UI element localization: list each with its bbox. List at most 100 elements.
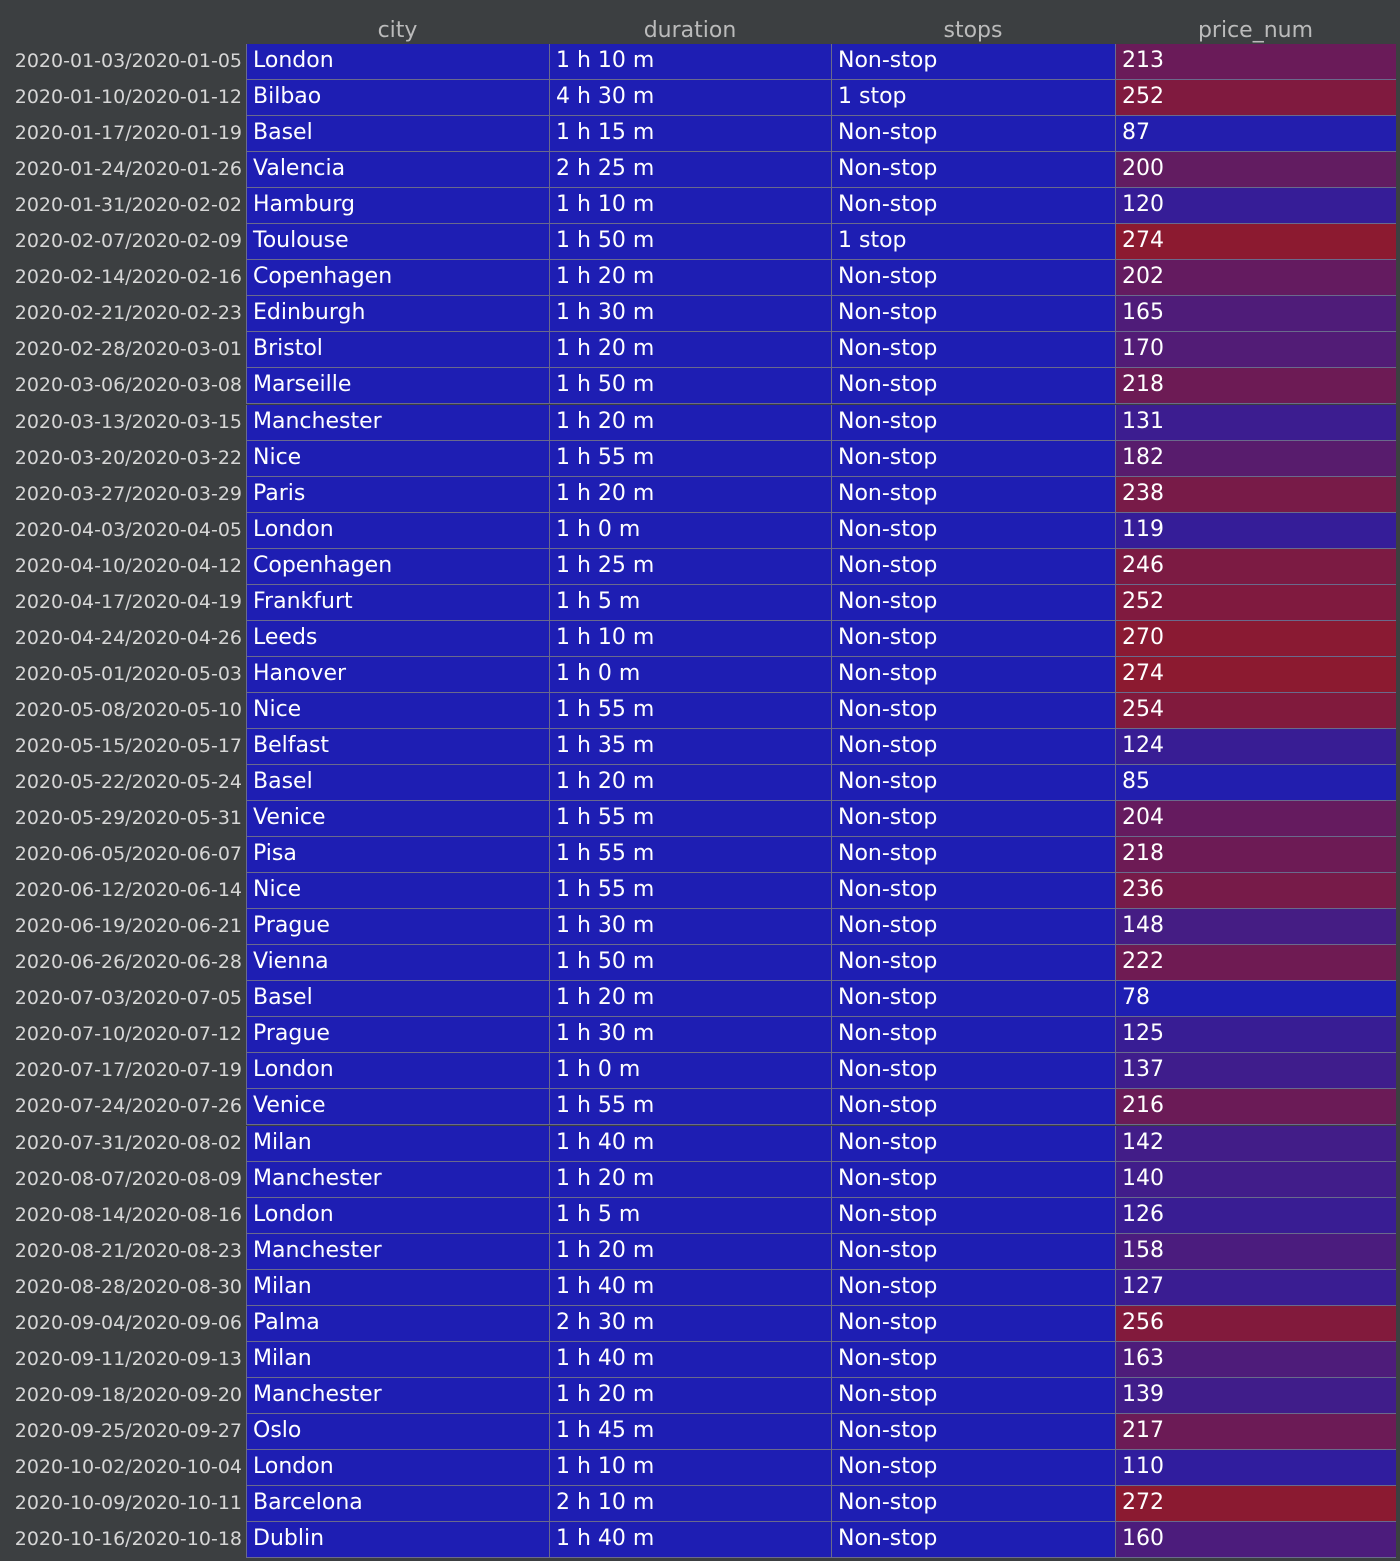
cell-price-num[interactable]: 204 [1115,801,1396,838]
cell-city[interactable]: Edinburgh [246,296,549,333]
cell-price-num[interactable]: 165 [1115,296,1396,333]
cell-duration[interactable]: 1 h 20 m [549,260,831,297]
cell-city[interactable]: Basel [246,116,549,153]
cell-price-num[interactable]: 78 [1115,981,1396,1018]
cell-duration[interactable]: 1 h 20 m [549,476,831,513]
cell-duration[interactable]: 1 h 50 m [549,224,831,261]
cell-stops[interactable]: Non-stop [831,296,1115,333]
cell-city[interactable]: Belfast [246,728,549,765]
cell-city[interactable]: Nice [246,440,549,477]
cell-duration[interactable]: 1 h 10 m [549,620,831,657]
cell-stops[interactable]: Non-stop [831,656,1115,693]
cell-stops[interactable]: Non-stop [831,188,1115,225]
cell-price-num[interactable]: 217 [1115,1413,1396,1450]
cell-stops[interactable]: Non-stop [831,1449,1115,1486]
cell-city[interactable]: Valencia [246,152,549,189]
cell-price-num[interactable]: 256 [1115,1305,1396,1342]
cell-price-num[interactable]: 119 [1115,512,1396,549]
cell-duration[interactable]: 1 h 30 m [549,909,831,946]
cell-price-num[interactable]: 200 [1115,152,1396,189]
cell-duration[interactable]: 1 h 55 m [549,1089,831,1126]
cell-stops[interactable]: Non-stop [831,728,1115,765]
cell-price-num[interactable]: 246 [1115,548,1396,585]
cell-price-num[interactable]: 218 [1115,837,1396,874]
cell-price-num[interactable]: 140 [1115,1161,1396,1198]
cell-duration[interactable]: 1 h 20 m [549,1233,831,1270]
cell-city[interactable]: Toulouse [246,224,549,261]
cell-stops[interactable]: Non-stop [831,476,1115,513]
cell-stops[interactable]: Non-stop [831,1161,1115,1198]
cell-city[interactable]: Palma [246,1305,549,1342]
cell-city[interactable]: Hamburg [246,188,549,225]
column-header-city[interactable]: city [246,0,549,44]
cell-stops[interactable]: Non-stop [831,1269,1115,1306]
cell-city[interactable]: London [246,1053,549,1090]
cell-stops[interactable]: Non-stop [831,548,1115,585]
column-header-stops[interactable]: stops [831,0,1115,44]
cell-city[interactable]: Frankfurt [246,584,549,621]
cell-price-num[interactable]: 160 [1115,1522,1396,1559]
cell-duration[interactable]: 1 h 50 m [549,368,831,405]
cell-price-num[interactable]: 202 [1115,260,1396,297]
cell-price-num[interactable]: 272 [1115,1486,1396,1522]
cell-city[interactable]: Venice [246,1089,549,1126]
cell-stops[interactable]: Non-stop [831,584,1115,621]
cell-duration[interactable]: 1 h 20 m [549,1161,831,1198]
cell-price-num[interactable]: 120 [1115,188,1396,225]
cell-duration[interactable]: 1 h 0 m [549,656,831,693]
cell-stops[interactable]: Non-stop [831,801,1115,838]
cell-city[interactable]: Oslo [246,1413,549,1450]
cell-duration[interactable]: 1 h 40 m [549,1522,831,1559]
cell-stops[interactable]: Non-stop [831,152,1115,189]
cell-price-num[interactable]: 158 [1115,1233,1396,1270]
cell-city[interactable]: Bilbao [246,80,549,117]
cell-price-num[interactable]: 126 [1115,1197,1396,1234]
cell-city[interactable]: Milan [246,1269,549,1306]
cell-duration[interactable]: 4 h 30 m [549,80,831,117]
cell-city[interactable]: Manchester [246,1161,549,1198]
cell-city[interactable]: Basel [246,981,549,1018]
cell-city[interactable]: Vienna [246,945,549,982]
cell-stops[interactable]: Non-stop [831,765,1115,801]
cell-city[interactable]: Manchester [246,1377,549,1414]
cell-duration[interactable]: 1 h 20 m [549,404,831,441]
cell-price-num[interactable]: 252 [1115,80,1396,117]
cell-city[interactable]: Milan [246,1341,549,1378]
cell-price-num[interactable]: 127 [1115,1269,1396,1306]
cell-city[interactable]: Bristol [246,332,549,369]
column-header-price[interactable]: price_num [1115,0,1396,44]
cell-city[interactable]: London [246,1197,549,1234]
cell-price-num[interactable]: 218 [1115,368,1396,405]
cell-city[interactable]: Dublin [246,1522,549,1559]
cell-city[interactable]: Barcelona [246,1486,549,1522]
cell-price-num[interactable]: 216 [1115,1089,1396,1126]
cell-duration[interactable]: 2 h 30 m [549,1305,831,1342]
cell-price-num[interactable]: 274 [1115,656,1396,693]
cell-price-num[interactable]: 124 [1115,728,1396,765]
cell-city[interactable]: Copenhagen [246,548,549,585]
cell-city[interactable]: Prague [246,1017,549,1054]
cell-price-num[interactable]: 236 [1115,873,1396,910]
cell-stops[interactable]: Non-stop [831,116,1115,153]
cell-duration[interactable]: 1 h 30 m [549,296,831,333]
cell-duration[interactable]: 1 h 20 m [549,765,831,801]
cell-duration[interactable]: 1 h 5 m [549,1197,831,1234]
cell-duration[interactable]: 1 h 10 m [549,188,831,225]
cell-price-num[interactable]: 125 [1115,1017,1396,1054]
cell-stops[interactable]: Non-stop [831,909,1115,946]
cell-price-num[interactable]: 274 [1115,224,1396,261]
cell-duration[interactable]: 1 h 25 m [549,548,831,585]
cell-duration[interactable]: 1 h 5 m [549,584,831,621]
cell-stops[interactable]: Non-stop [831,332,1115,369]
cell-price-num[interactable]: 170 [1115,332,1396,369]
cell-city[interactable]: Prague [246,909,549,946]
cell-duration[interactable]: 1 h 55 m [549,873,831,910]
cell-city[interactable]: Paris [246,476,549,513]
cell-stops[interactable]: Non-stop [831,1486,1115,1522]
cell-stops[interactable]: 1 stop [831,224,1115,261]
cell-city[interactable]: London [246,44,549,80]
cell-duration[interactable]: 1 h 10 m [549,1449,831,1486]
cell-duration[interactable]: 1 h 20 m [549,981,831,1018]
cell-city[interactable]: Manchester [246,404,549,441]
cell-duration[interactable]: 1 h 15 m [549,116,831,153]
